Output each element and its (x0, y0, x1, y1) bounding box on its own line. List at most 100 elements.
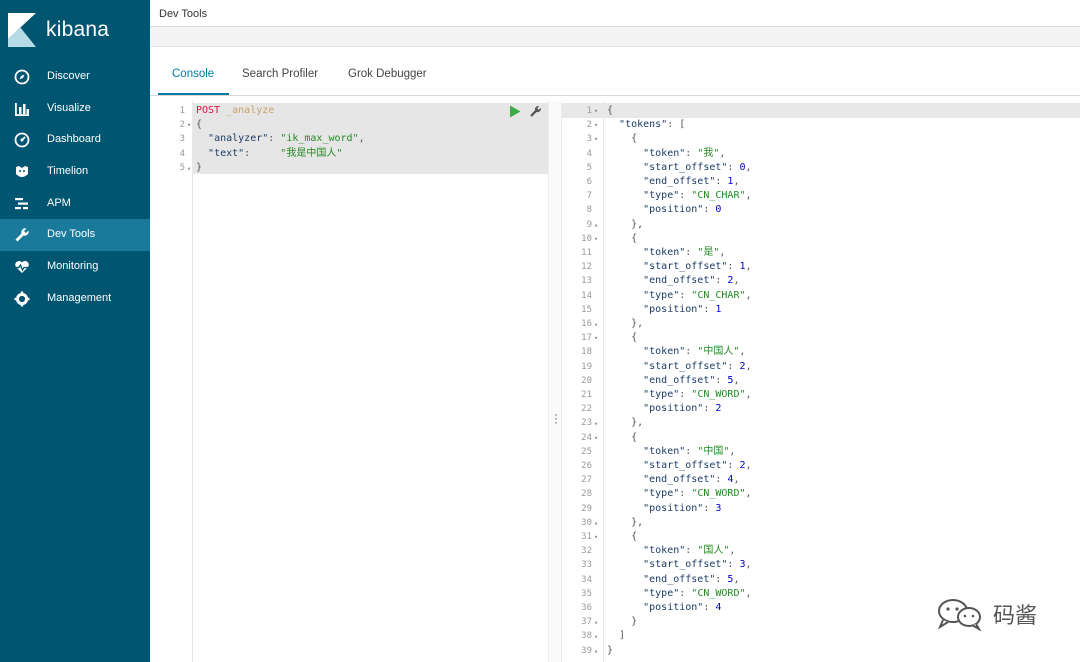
code-token: ] (607, 630, 626, 642)
watermark-text: 码酱 (993, 604, 1038, 629)
fold-close-icon[interactable]: ▴ (594, 629, 598, 643)
code-text: "type": "CN_WORD", (607, 388, 751, 402)
fold-open-icon[interactable]: ▾ (594, 431, 598, 445)
code-token: : (715, 573, 728, 585)
code-token: { (607, 332, 638, 344)
line-number: 17 (581, 333, 592, 344)
sidebar-item-dashboard[interactable]: Dashboard (0, 124, 150, 156)
sidebar-item-dev-tools[interactable]: Dev Tools (0, 219, 150, 252)
sidebar-item-timelion[interactable]: Timelion (0, 156, 150, 188)
code-token: } (607, 644, 614, 656)
code-text: "start_offset": 2, (607, 459, 752, 473)
sidebar-item-label: APM (47, 196, 71, 209)
sidebar-item-label: Discover (47, 70, 90, 82)
code-text: "type": "CN_WORD", (607, 487, 751, 501)
top-header: Dev Tools (150, 0, 1080, 27)
sidebar-item-apm[interactable]: APM (0, 188, 150, 220)
code-text: POST _analyze (196, 104, 274, 118)
line-number: 18 (581, 347, 592, 358)
code-token: { (607, 133, 638, 145)
fold-close-icon[interactable]: ▴ (594, 416, 598, 430)
code-text: "position": 3 (607, 502, 721, 516)
line-number: 23 (581, 418, 592, 429)
pane-resize-handle[interactable]: · · · (548, 101, 562, 662)
code-token: , (729, 445, 736, 457)
code-token: "CN_CHAR" (691, 190, 746, 202)
code-token: , (733, 275, 740, 287)
request-editor[interactable]: 1 POST _analyze 2 ▾ {3 "analyzer": "ik_max_w… (158, 101, 548, 662)
code-token: 2 (715, 403, 722, 415)
code-token: : (715, 474, 728, 486)
wrench-icon[interactable] (529, 105, 542, 118)
line-number: 3 (586, 134, 592, 145)
code-text: { (607, 530, 637, 544)
timelion-icon (16, 166, 28, 178)
compass-icon (14, 69, 30, 85)
fold-open-icon[interactable]: ▾ (594, 232, 598, 246)
code-text: { (607, 104, 613, 118)
fold-close-icon[interactable]: ▴ (594, 644, 598, 658)
line-number: 39 (581, 645, 592, 656)
code-token: { (196, 119, 203, 131)
line-number: 29 (581, 503, 592, 514)
fold-close-icon[interactable]: ▴ (594, 317, 598, 331)
line-number: 27 (581, 475, 592, 486)
line-number: 2 (586, 120, 592, 131)
tab-search-profiler[interactable]: Search Profiler (242, 68, 318, 80)
code-text: "position": 2 (607, 402, 721, 416)
fold-open-icon[interactable]: ▾ (187, 118, 191, 132)
code-text: }, (607, 416, 643, 430)
line-number: 37 (581, 617, 592, 628)
tab-grok-debugger[interactable]: Grok Debugger (348, 68, 427, 80)
code-text: { (196, 118, 202, 132)
line-number: 1 (179, 106, 185, 116)
code-token: : (715, 275, 728, 287)
fold-close-icon[interactable]: ▴ (187, 161, 191, 175)
code-token: _analyze (226, 105, 275, 116)
fold-open-icon[interactable]: ▾ (594, 331, 598, 345)
fold-open-icon[interactable]: ▾ (594, 530, 598, 544)
brand[interactable]: kibana (0, 0, 150, 58)
code-token: "end_offset" (643, 275, 716, 287)
code-token: : (727, 559, 740, 571)
sidebar-item-visualize[interactable]: Visualize (0, 93, 150, 125)
code-token: , (733, 374, 740, 386)
code-token: { (607, 232, 638, 244)
fold-close-icon[interactable]: ▴ (594, 516, 598, 530)
page-title: Dev Tools (159, 8, 208, 20)
sidebar-item-management[interactable]: Management (0, 283, 150, 315)
sidebar-item-label: Visualize (47, 101, 91, 114)
response-output[interactable]: 1 ▾{2 ▾ "tokens": [3 ▾ {4 "token": "我", 5 "s… (562, 101, 1080, 662)
code-token: , (745, 587, 752, 599)
code-token: "是" (697, 247, 720, 258)
line-number: 19 (581, 361, 592, 372)
code-token: "text" (208, 147, 245, 159)
fold-open-icon[interactable]: ▾ (594, 132, 598, 146)
code-token: : (268, 133, 281, 145)
fold-open-icon[interactable]: ▾ (594, 104, 598, 118)
fold-close-icon[interactable]: ▴ (594, 218, 598, 232)
code-token: "CN_WORD" (691, 587, 746, 599)
code-token: "中国" (697, 445, 730, 457)
sidebar-item-label: Timelion (47, 165, 89, 178)
sidebar-item-discover[interactable]: Discover (0, 61, 150, 93)
code-token: "CN_CHAR" (691, 289, 746, 301)
line-number: 25 (581, 446, 592, 457)
code-text: "text": "我是中国人" (196, 147, 342, 161)
code-token: : (727, 360, 740, 372)
code-token: "position" (643, 204, 704, 216)
fold-close-icon[interactable]: ▴ (594, 615, 598, 629)
code-token: , (745, 460, 752, 471)
play-icon[interactable] (509, 105, 521, 118)
code-token: "analyzer" (208, 133, 269, 145)
code-text: "start_offset": 0, (607, 161, 751, 175)
code-token: : (703, 303, 716, 315)
fold-open-icon[interactable]: ▾ (594, 118, 598, 132)
tab-console[interactable]: Console (172, 68, 214, 80)
sidebar-item-monitoring[interactable]: Monitoring (0, 251, 150, 283)
